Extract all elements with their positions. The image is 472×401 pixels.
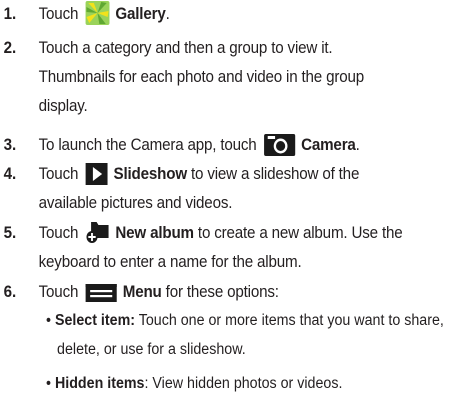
step-text: Touch a category and then a group to vie… [39, 34, 471, 121]
step-text: Touch New album to create a new album. U… [39, 219, 471, 277]
step-text-pre: Touch [38, 5, 83, 23]
step-line: keyboard to enter a name for the album. [38, 253, 302, 271]
bullet-text: : View hidden photos or videos. [144, 375, 343, 392]
step-number: 6. [3, 283, 16, 301]
bullet-text-continued: delete, or use for a slideshow. [57, 341, 246, 358]
instruction-document: 1. Touch Gallery. 2. Touch a category an… [0, 0, 472, 401]
step-line: available pictures and videos. [38, 194, 233, 212]
step-text-pre: To launch the Camera app, touch [38, 136, 261, 154]
step-number: 4. [3, 165, 16, 183]
slideshow-label: Slideshow [113, 165, 188, 183]
gallery-icon [85, 1, 110, 35]
step-line: display. [38, 97, 88, 115]
step-line: Thumbnails for each photo and video in t… [38, 68, 365, 86]
bullet-title: Hidden items [54, 375, 145, 392]
new-album-label: New album [115, 224, 194, 242]
step-line: Touch a category and then a group to vie… [38, 39, 333, 57]
step-number: 3. [3, 136, 16, 154]
step-text-pre: Touch [38, 224, 83, 242]
step-number: 1. [3, 5, 16, 23]
step-text: Touch Gallery. [39, 0, 471, 29]
bullet-select-item: • Select item: Touch one or more items t… [46, 306, 472, 364]
camera-label: Camera [301, 136, 356, 154]
gallery-label: Gallery [115, 5, 166, 23]
step-text: Touch Menu for these options: [39, 278, 471, 307]
bullet-text: Touch one or more items that you want to… [135, 312, 444, 329]
step-text: To launch the Camera app, touch Camera. [39, 131, 471, 160]
menu-label: Menu [122, 283, 162, 301]
bullet-hidden-items: • Hidden items: View hidden photos or vi… [46, 375, 343, 392]
bullet-title: Select item: [54, 312, 136, 329]
step-number: 2. [3, 39, 16, 57]
step-number: 5. [3, 224, 16, 242]
step-text-pre: Touch [38, 283, 83, 301]
step-text-pre: Touch [38, 165, 83, 183]
step-text: Touch Slideshow to view a slideshow of t… [39, 160, 471, 218]
